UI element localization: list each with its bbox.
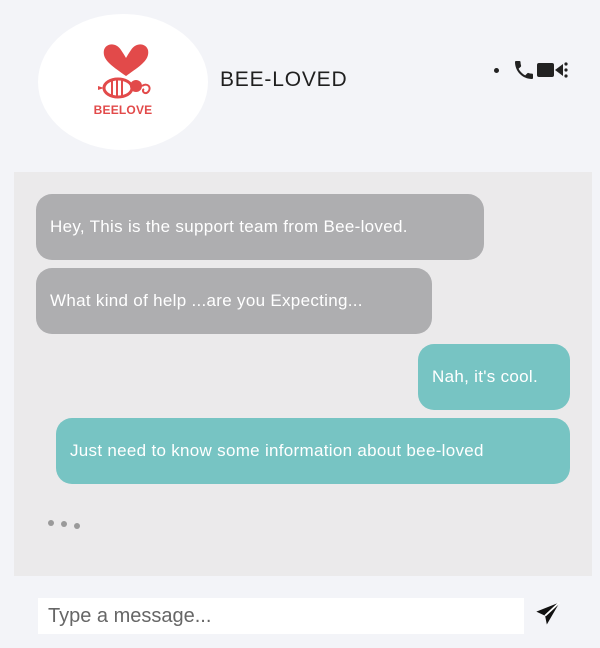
incoming-message: What kind of help ...are you Expecting..… bbox=[36, 268, 432, 334]
typing-dot bbox=[48, 520, 54, 526]
typing-dot bbox=[61, 521, 67, 527]
phone-icon[interactable] bbox=[512, 58, 536, 82]
typing-indicator bbox=[48, 520, 88, 530]
message-composer bbox=[0, 590, 600, 648]
brand-logo: BEELOVE bbox=[38, 14, 208, 150]
send-icon[interactable] bbox=[534, 600, 562, 628]
header-actions bbox=[492, 58, 576, 82]
contact-name: BEE-LOVED bbox=[220, 68, 348, 91]
incoming-message: Hey, This is the support team from Bee-l… bbox=[36, 194, 484, 260]
more-dot-icon[interactable] bbox=[494, 68, 499, 73]
typing-dot bbox=[74, 523, 80, 529]
logo-text: BEELOVE bbox=[93, 103, 153, 117]
video-camera-icon[interactable] bbox=[536, 60, 568, 80]
message-list[interactable]: Hey, This is the support team from Bee-l… bbox=[14, 172, 592, 576]
outgoing-message: Nah, it's cool. bbox=[418, 344, 570, 410]
chat-header: BEELOVE BEE-LOVED bbox=[0, 0, 600, 168]
message-input[interactable] bbox=[38, 598, 524, 634]
outgoing-message: Just need to know some information about… bbox=[56, 418, 570, 484]
bee-heart-logo-icon bbox=[98, 44, 151, 99]
